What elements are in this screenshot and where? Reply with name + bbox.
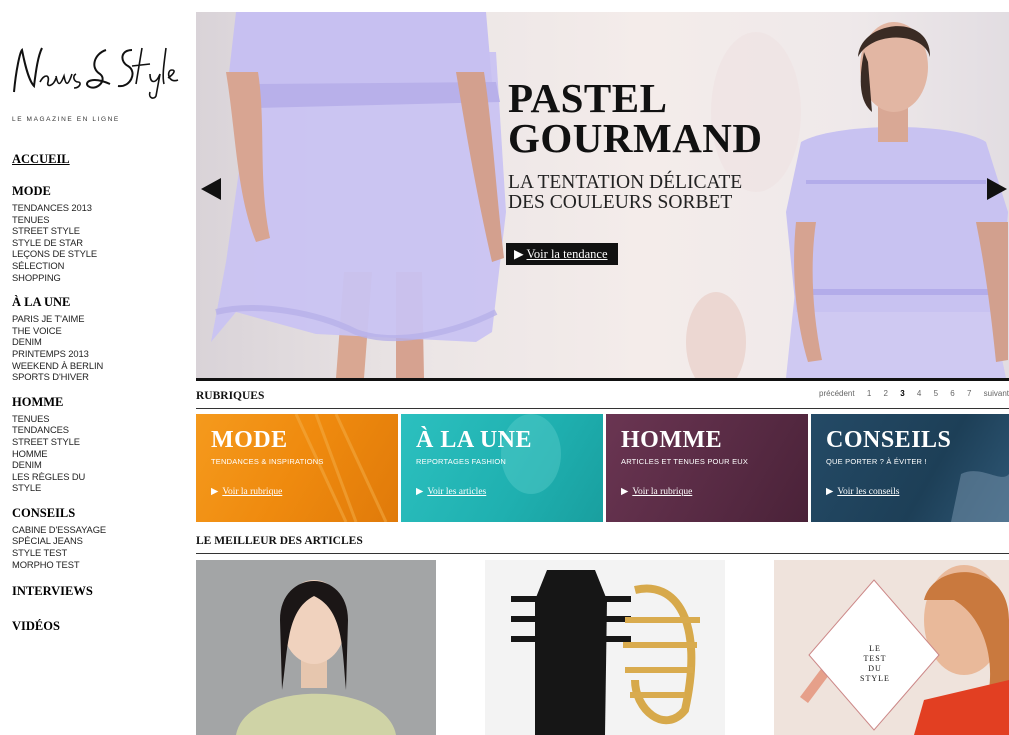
nav-item[interactable]: DENIM bbox=[12, 459, 182, 471]
article-card-1[interactable] bbox=[196, 560, 436, 735]
nav-item[interactable]: PARIS JE T'AIME bbox=[12, 313, 182, 325]
nav-item[interactable]: STYLE DE STAR bbox=[12, 237, 182, 249]
tile-link[interactable]: ▶ Voir les conseils bbox=[826, 486, 899, 497]
hero-subtitle-line1: LA TENTATION DÉLICATE bbox=[508, 172, 743, 193]
hero-divider bbox=[196, 378, 1009, 381]
nav-item[interactable]: STREET STYLE bbox=[12, 225, 182, 237]
hero-cta-button[interactable]: ▶ Voir la tendance bbox=[506, 243, 618, 265]
article-photo-model bbox=[196, 560, 436, 735]
pager-page[interactable]: 2 bbox=[884, 389, 888, 398]
tile-mode[interactable]: MODE TENDANCES & INSPIRATIONS ▶ Voir la r… bbox=[196, 414, 398, 522]
pager-page[interactable]: 7 bbox=[967, 389, 971, 398]
nav-item[interactable]: SÉLECTION SHOPPING bbox=[12, 260, 104, 283]
tile-a-la-une[interactable]: À LA UNE REPORTAGES FASHION ▶ Voir les ar… bbox=[401, 414, 603, 522]
pager-page[interactable]: 1 bbox=[867, 389, 871, 398]
pager-page[interactable]: 4 bbox=[917, 389, 921, 398]
nav-item[interactable]: TENDANCES bbox=[12, 424, 182, 436]
nav-item[interactable]: WEEKEND À BERLIN bbox=[12, 360, 182, 372]
nav-section-interviews: INTERVIEWS bbox=[12, 584, 182, 599]
articles-header: LE MEILLEUR DES ARTICLES bbox=[196, 533, 1009, 554]
hero-prev-arrow-icon[interactable] bbox=[201, 178, 221, 200]
nav-home-link[interactable]: ACCUEIL bbox=[12, 152, 182, 167]
tile-subtitle: ARTICLES ET TENUES POUR EUX bbox=[621, 457, 749, 466]
nav-item[interactable]: LEÇONS DE STYLE bbox=[12, 248, 182, 260]
nav-section-title[interactable]: À LA UNE bbox=[12, 295, 182, 310]
rubriques-header: RUBRIQUES précédent 1 2 3 4 5 6 7 suivan… bbox=[196, 388, 1009, 409]
nav-section-title[interactable]: INTERVIEWS bbox=[12, 584, 182, 599]
nav-section-conseils: CONSEILS CABINE D'ESSAYAGE SPÉCIAL JEANS… bbox=[12, 506, 182, 570]
nav-item[interactable]: TENUES bbox=[12, 214, 182, 226]
pager-page-current[interactable]: 3 bbox=[900, 389, 904, 398]
rubriques-title: RUBRIQUES bbox=[196, 390, 265, 402]
nav-item[interactable]: STYLE TEST bbox=[12, 547, 182, 559]
play-triangle-icon: ▶ bbox=[826, 487, 834, 497]
tile-link-label: Voir la rubrique bbox=[222, 487, 283, 497]
pager-page[interactable]: 5 bbox=[934, 389, 938, 398]
hero-title-line1: PASTEL bbox=[508, 75, 668, 121]
tile-link-label: Voir les conseils bbox=[837, 487, 900, 497]
play-triangle-icon: ▶ bbox=[211, 487, 219, 497]
nav-item[interactable]: TENUES bbox=[12, 413, 182, 425]
site-logo[interactable] bbox=[10, 40, 182, 100]
logo-tagline: LE MAGAZINE EN LIGNE bbox=[12, 116, 120, 123]
article-photo-dress-bracelet bbox=[485, 560, 725, 735]
play-triangle-icon: ▶ bbox=[621, 487, 629, 497]
nav-section-title[interactable]: VIDÉOS bbox=[12, 619, 182, 634]
nav-item[interactable]: SPÉCIAL JEANS bbox=[12, 535, 182, 547]
article-card-2[interactable] bbox=[485, 560, 725, 735]
tile-homme[interactable]: HOMME ARTICLES ET TENUES POUR EUX ▶ Voir … bbox=[606, 414, 808, 522]
nav-section-title[interactable]: CONSEILS bbox=[12, 506, 182, 521]
tile-link[interactable]: ▶ Voir la rubrique bbox=[211, 486, 282, 497]
tile-title: MODE bbox=[211, 427, 288, 453]
pager-prev-link[interactable]: précédent bbox=[819, 389, 855, 398]
style-test-badge: LE TEST DU STYLE bbox=[860, 644, 890, 683]
logo-script-icon bbox=[13, 47, 179, 99]
hero-subtitle: LA TENTATION DÉLICATE DES COULEURS SORBE… bbox=[508, 173, 742, 213]
rubriques-pager: précédent 1 2 3 4 5 6 7 suivant bbox=[809, 389, 1009, 398]
tile-link-label: Voir la rubrique bbox=[632, 487, 693, 497]
nav-section-title[interactable]: HOMME bbox=[12, 395, 182, 410]
article-card-3[interactable]: LE TEST DU STYLE bbox=[774, 560, 1009, 735]
pager-page[interactable]: 6 bbox=[950, 389, 954, 398]
nav-item[interactable]: TENDANCES 2013 bbox=[12, 202, 182, 214]
hero-subtitle-line2: DES COULEURS SORBET bbox=[508, 192, 733, 213]
nav-item[interactable]: PRINTEMPS 2013 bbox=[12, 348, 182, 360]
nav-item[interactable]: STREET STYLE HOMME bbox=[12, 436, 102, 459]
nav-item[interactable]: DENIM bbox=[12, 336, 182, 348]
tile-title: À LA UNE bbox=[416, 427, 533, 453]
tile-subtitle: REPORTAGES FASHION bbox=[416, 457, 507, 466]
nav-item[interactable]: CABINE D'ESSAYAGE bbox=[12, 524, 182, 536]
main-nav: ACCUEIL MODE TENDANCES 2013 TENUES STREE… bbox=[12, 152, 182, 646]
rubriques-tiles: MODE TENDANCES & INSPIRATIONS ▶ Voir la r… bbox=[196, 414, 1009, 522]
nav-section-homme: HOMME TENUES TENDANCES STREET STYLE HOMM… bbox=[12, 395, 182, 494]
articles-title: LE MEILLEUR DES ARTICLES bbox=[196, 535, 363, 547]
tile-link-label: Voir les articles bbox=[427, 487, 487, 497]
tile-conseils[interactable]: CONSEILS QUE PORTER ? À ÉVITER ! ▶ Voir l… bbox=[811, 414, 1009, 522]
hero-title: PASTEL GOURMAND bbox=[508, 75, 763, 161]
pager-next-link[interactable]: suivant bbox=[984, 389, 1009, 398]
hero-title-line2: GOURMAND bbox=[508, 115, 763, 161]
nav-section-videos: VIDÉOS bbox=[12, 619, 182, 634]
hero-slider[interactable]: PASTEL GOURMAND LA TENTATION DÉLICATE DE… bbox=[196, 12, 1009, 378]
hero-next-arrow-icon[interactable] bbox=[987, 178, 1007, 200]
nav-section-title[interactable]: MODE bbox=[12, 184, 182, 199]
nav-item[interactable]: SPORTS D'HIVER bbox=[12, 371, 182, 383]
play-triangle-icon: ▶ bbox=[416, 487, 424, 497]
tile-link[interactable]: ▶ Voir les articles bbox=[416, 486, 486, 497]
tile-subtitle: TENDANCES & INSPIRATIONS bbox=[211, 457, 324, 466]
nav-item[interactable]: THE VOICE bbox=[12, 325, 182, 337]
nav-item[interactable]: LES RÈGLES DU STYLE bbox=[12, 471, 107, 494]
tile-title: CONSEILS bbox=[826, 427, 952, 453]
nav-item[interactable]: MORPHO TEST bbox=[12, 559, 182, 571]
nav-section-mode: MODE TENDANCES 2013 TENUES STREET STYLE … bbox=[12, 184, 182, 283]
sidebar: LE MAGAZINE EN LIGNE ACCUEIL MODE TENDAN… bbox=[0, 0, 190, 735]
tile-subtitle: QUE PORTER ? À ÉVITER ! bbox=[826, 457, 927, 466]
nav-section-a-la-une: À LA UNE PARIS JE T'AIME THE VOICE DENIM… bbox=[12, 295, 182, 383]
hero-cta-label: Voir la tendance bbox=[526, 247, 608, 261]
play-triangle-icon: ▶ bbox=[514, 247, 527, 261]
tile-title: HOMME bbox=[621, 427, 723, 453]
tile-link[interactable]: ▶ Voir la rubrique bbox=[621, 486, 692, 497]
